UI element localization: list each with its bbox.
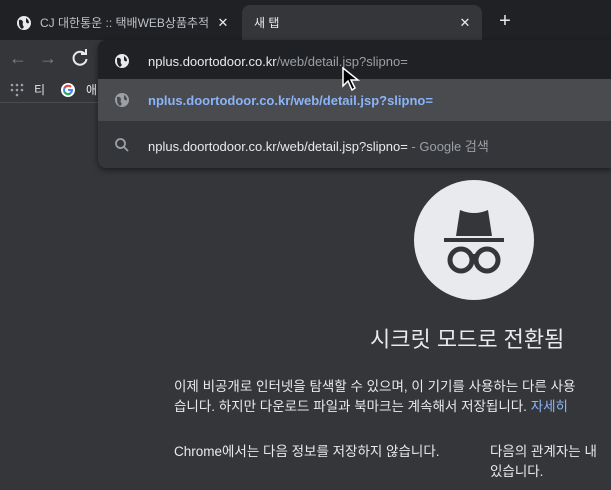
tab-title: CJ 대한통운 :: 택배WEB상품추적 [40, 16, 210, 30]
bookmark-apps[interactable]: 티 [10, 81, 45, 98]
globe-icon [115, 93, 129, 107]
globe-icon [17, 15, 31, 30]
google-icon [61, 82, 75, 97]
close-icon[interactable]: ✕ [214, 14, 232, 32]
learn-more-link[interactable]: 자세히 [527, 399, 568, 414]
bookmark-label: 티 [34, 83, 46, 97]
tab-strip: CJ 대한통운 :: 택배WEB상품추적 ✕ 새 탭 ✕ + [0, 0, 611, 40]
info-line: 다음의 관계자는 내 [490, 444, 597, 459]
bookmark-label: 애 [86, 83, 98, 97]
reload-icon[interactable] [70, 48, 90, 68]
description-line: 습니다. 하지만 다운로드 파일과 북마크는 계속해서 저장됩니다. [174, 399, 527, 414]
description-line: 이제 비공개로 인터넷을 탐색할 수 있으며, 이 기기를 사용하는 다른 사용 [174, 379, 576, 394]
address-input[interactable]: nplus.doortodoor.co.kr/web/detail.jsp?sl… [148, 54, 408, 69]
suggestion-suffix: - Google 검색 [407, 138, 489, 154]
url-host: nplus.doortodoor.co.kr [148, 53, 277, 69]
visible-to-info: 다음의 관계자는 내 있습니다. [490, 442, 611, 482]
incognito-description: 이제 비공개로 인터넷을 탐색할 수 있으며, 이 기기를 사용하는 다른 사용… [174, 377, 611, 417]
incognito-headline: 시크릿 모드로 전환됨 [370, 327, 565, 352]
bookmark-google[interactable]: 애 [60, 81, 97, 98]
suggestion-text: nplus.doortodoor.co.kr/web/detail.jsp?sl… [148, 138, 408, 154]
tab-new-tab[interactable]: 새 탭 ✕ [242, 5, 482, 40]
info-line: 있습니다. [490, 464, 544, 479]
back-icon[interactable]: ← [8, 48, 28, 68]
globe-icon [115, 54, 129, 68]
suggestion-search[interactable]: nplus.doortodoor.co.kr/web/detail.jsp?sl… [98, 124, 611, 166]
apps-grid-icon [10, 83, 24, 96]
forward-icon[interactable]: → [38, 48, 58, 68]
suggestion-text: nplus.doortodoor.co.kr/web/detail.jsp?sl… [148, 92, 433, 108]
mouse-cursor-icon [342, 66, 361, 92]
incognito-icon [414, 180, 534, 300]
new-tab-button[interactable]: + [494, 10, 516, 32]
not-saved-info: Chrome에서는 다음 정보를 저장하지 않습니다. [174, 444, 440, 459]
tab-cj-tracking[interactable]: CJ 대한통운 :: 택배WEB상품추적 ✕ [8, 5, 240, 40]
omnibox-dropdown: nplus.doortodoor.co.kr/web/detail.jsp?sl… [98, 40, 611, 168]
tab-title: 새 탭 [254, 16, 280, 30]
close-icon[interactable]: ✕ [456, 14, 474, 32]
search-icon [115, 138, 129, 152]
